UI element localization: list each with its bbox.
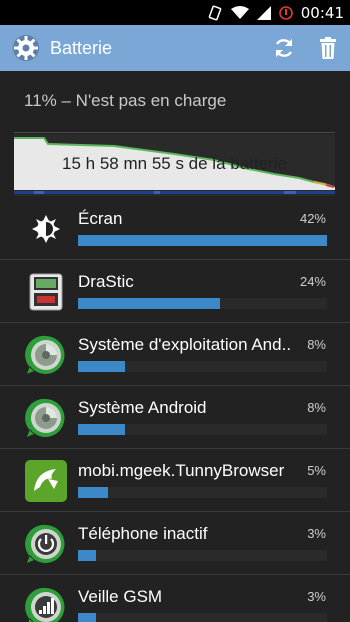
battery-history-graph[interactable]: 15 h 58 mn 55 s de la batterie bbox=[14, 134, 335, 196]
status-bar: 00:41 bbox=[0, 0, 350, 25]
graph-label: 15 h 58 mn 55 s de la batterie bbox=[62, 154, 287, 173]
usage-bar-fill bbox=[78, 613, 96, 622]
usage-bar-fill bbox=[78, 235, 327, 246]
signal-icon bbox=[256, 5, 271, 20]
usage-bar bbox=[78, 550, 327, 561]
action-bar: Batterie bbox=[0, 25, 350, 71]
list-item[interactable]: DraStic 24% bbox=[0, 260, 350, 323]
wifi-icon bbox=[230, 5, 249, 19]
item-percent: 8% bbox=[307, 400, 326, 415]
battery-usage-list: Écran 42% DraStic 24% Système d'exploita… bbox=[0, 197, 350, 622]
usage-bar-fill bbox=[78, 298, 221, 309]
item-percent: 24% bbox=[299, 274, 326, 289]
android-os-icon bbox=[24, 333, 68, 377]
item-name: Téléphone inactif bbox=[78, 524, 208, 543]
item-name: mobi.mgeek.TunnyBrowser bbox=[78, 461, 285, 480]
drastic-app-icon bbox=[24, 270, 68, 314]
usage-bar-fill bbox=[78, 550, 96, 561]
delete-button[interactable] bbox=[306, 25, 350, 71]
usage-bar bbox=[78, 298, 327, 309]
refresh-button[interactable] bbox=[262, 25, 306, 71]
list-item[interactable]: mobi.mgeek.TunnyBrowser 5% bbox=[0, 449, 350, 512]
item-percent: 5% bbox=[307, 463, 326, 478]
list-item[interactable]: Veille GSM 3% bbox=[0, 575, 350, 622]
cell-standby-icon bbox=[24, 585, 68, 622]
trash-icon bbox=[320, 37, 336, 59]
page-title: Batterie bbox=[50, 37, 113, 58]
battery-summary: 11% – N'est pas en charge bbox=[24, 91, 227, 110]
list-item[interactable]: Système d'exploitation And.. 8% bbox=[0, 323, 350, 386]
vibrate-icon bbox=[208, 5, 222, 20]
dolphin-browser-icon bbox=[24, 459, 68, 503]
item-name: DraStic bbox=[78, 272, 134, 291]
item-name: Écran bbox=[78, 209, 123, 228]
item-percent: 8% bbox=[307, 337, 326, 352]
refresh-icon bbox=[275, 39, 293, 57]
usage-bar-fill bbox=[78, 487, 108, 498]
item-percent: 3% bbox=[307, 589, 326, 604]
clock: 00:41 bbox=[300, 3, 344, 22]
usage-bar-fill bbox=[78, 424, 126, 435]
usage-bar bbox=[78, 487, 327, 498]
item-name: Veille GSM bbox=[78, 587, 163, 606]
list-item[interactable]: Téléphone inactif 3% bbox=[0, 512, 350, 575]
item-name: Système d'exploitation And.. bbox=[78, 335, 292, 354]
usage-bar bbox=[78, 235, 327, 246]
item-percent: 42% bbox=[299, 211, 326, 226]
android-system-icon bbox=[24, 396, 68, 440]
usage-bar bbox=[78, 361, 327, 372]
divider bbox=[14, 132, 335, 133]
usage-bar bbox=[78, 613, 327, 622]
battery-icon bbox=[278, 5, 293, 20]
list-item[interactable]: Système Android 8% bbox=[0, 386, 350, 449]
gear-icon[interactable] bbox=[10, 32, 42, 64]
item-percent: 3% bbox=[307, 526, 326, 541]
list-item[interactable]: Écran 42% bbox=[0, 197, 350, 260]
item-name: Système Android bbox=[78, 398, 207, 417]
phone-idle-icon bbox=[24, 522, 68, 566]
brightness-icon bbox=[24, 207, 68, 251]
usage-bar-fill bbox=[78, 361, 126, 372]
usage-bar bbox=[78, 424, 327, 435]
